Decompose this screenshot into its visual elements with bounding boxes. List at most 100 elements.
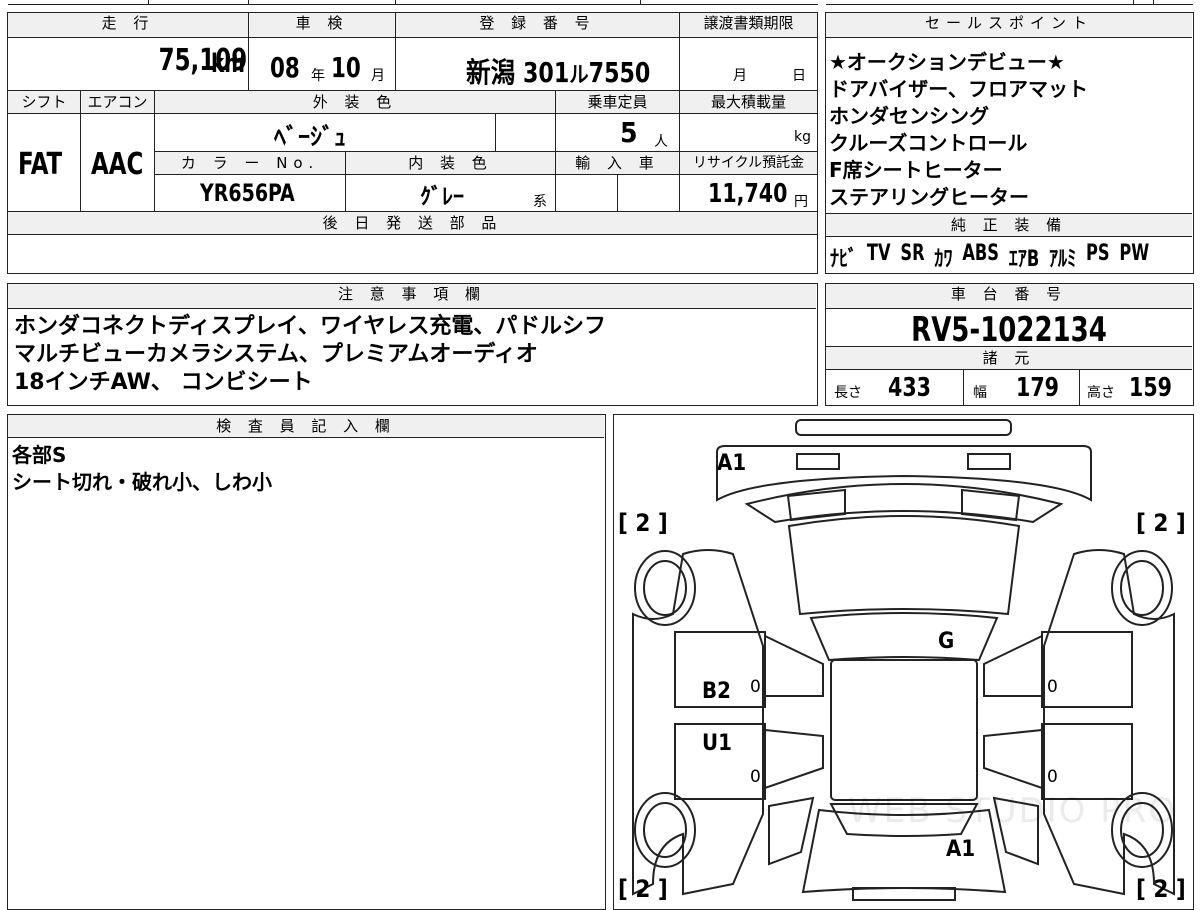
rear-bumper <box>852 887 956 901</box>
top-clipped-strip <box>0 0 1200 6</box>
mark-left-rear-door: U1 <box>702 731 732 756</box>
equipment-item: ｴｱB <box>1008 247 1040 272</box>
chassis-header: 車 台 番 号 <box>826 284 1192 308</box>
right-rear-door <box>1041 723 1133 800</box>
sales-point-line: ドアバイザー、フロアマット <box>829 77 1088 101</box>
equipment-item: TV <box>866 241 891 266</box>
tire-rear-left-inner <box>643 802 687 858</box>
width-value: 179 <box>1016 373 1059 403</box>
note-line: 18インチAW、 コンビシート <box>14 370 313 395</box>
inspection-month: 10 <box>331 51 361 84</box>
mark-rear: A1 <box>946 837 976 862</box>
equipment-item: ｶﾜ <box>934 247 953 272</box>
zero-left-front: 0 <box>750 677 761 697</box>
tire-label-front-left: [ 2 ] <box>618 509 668 537</box>
recycle-fee-value: 11,740 <box>708 179 788 209</box>
zero-left-rear: 0 <box>750 767 761 787</box>
recycle-header: リサイクル預託金 <box>680 152 817 174</box>
inspection-header: 車 検 <box>249 13 395 37</box>
capacity-value: 5 <box>620 116 638 149</box>
inspector-line: 各部S <box>12 443 67 467</box>
aircon-value: AAC <box>91 147 144 182</box>
equipment-item: ABS <box>962 241 999 266</box>
max-load-unit: kg <box>794 129 811 145</box>
mark-front-bumper: A1 <box>717 451 747 476</box>
transfer-deadline-header: 譲渡書類期限 <box>680 13 817 37</box>
tire-label-rear-left: [ 2 ] <box>618 875 668 903</box>
interior-color-header: 内 装 色 <box>346 152 555 174</box>
width-label: 幅 <box>973 385 987 401</box>
roof <box>830 659 978 801</box>
body-outline-right <box>1043 549 1175 896</box>
equipment-list: ﾅﾋﾞ TV SR ｶﾜ ABS ｴｱB ｱﾙﾐ PS PW <box>830 241 1149 273</box>
car-diagram-box: WEB STUDIO PRO [ 2 ] [ 2 ] [ 2 ] [ 2 ] A… <box>613 414 1194 910</box>
note-line: マルチビューカメラシステム、プレミアムオーディオ <box>14 342 538 367</box>
chassis-number: RV5-1022134 <box>911 310 1107 350</box>
mileage-unit: km <box>211 49 245 79</box>
exterior-color-header: 外 装 色 <box>155 91 555 113</box>
inspector-line: シート切れ・破れ小、しわ小 <box>12 470 272 494</box>
height-value: 159 <box>1129 373 1172 403</box>
registration-plate: 新潟 301ル7550 <box>466 56 651 89</box>
capacity-header: 乗車定員 <box>556 91 679 113</box>
sales-point-line: ★オークションデビュー★ <box>829 50 1065 74</box>
vehicle-info-box: 走 行 車 検 登 録 番 号 譲渡書類期限 75,109 km 08 年 10… <box>7 12 818 274</box>
right-front-window <box>983 634 1043 697</box>
equipment-item: ｱﾙﾐ <box>1049 247 1077 272</box>
left-rear-window <box>764 728 824 790</box>
import-header: 輸 入 車 <box>556 152 679 174</box>
body-outline-left <box>632 549 764 896</box>
inspector-header: 検 査 員 記 入 欄 <box>8 415 604 437</box>
windshield-lower <box>809 612 999 662</box>
registration-header: 登 録 番 号 <box>396 13 679 37</box>
dimensions-header: 諸 元 <box>826 347 1192 369</box>
interior-color-value: ｸﾞﾚｰ <box>420 185 465 210</box>
inspection-month-unit: 月 <box>371 68 385 84</box>
right-headlight <box>967 453 1011 470</box>
exterior-color-value: ﾍﾞｰｼﾞｭ <box>274 123 346 151</box>
chassis-box: 車 台 番 号 RV5-1022134 諸 元 長さ 433 幅 179 高さ … <box>825 283 1194 406</box>
equipment-item: PW <box>1119 241 1150 266</box>
sales-point-line: ホンダセンシング <box>829 104 989 128</box>
windshield <box>787 515 1021 616</box>
later-parts-header: 後 日 発 送 部 品 <box>8 212 817 234</box>
note-line: ホンダコネクトディスプレイ、ワイヤレス充電、パドルシフ <box>14 314 607 339</box>
equipment-item: PS <box>1085 241 1110 266</box>
mark-left-door: B2 <box>702 679 731 704</box>
color-no-value: YR656PA <box>200 179 295 207</box>
sales-point-line: F席シートヒーター <box>829 158 1003 182</box>
color-no-header: カ ラ ー No. <box>155 152 345 174</box>
sales-points-header: セールスポイント <box>826 13 1192 37</box>
zero-right-rear: 0 <box>1047 767 1058 787</box>
notes-box: 注 意 事 項 欄 ホンダコネクトディスプレイ、ワイヤレス充電、パドルシフ マル… <box>7 283 818 406</box>
car-diagram <box>632 419 1175 901</box>
sales-points-box: セールスポイント ★オークションデビュー★ ドアバイザー、フロアマット ホンダセ… <box>825 12 1194 274</box>
front-marker <box>795 419 1012 436</box>
length-label: 長さ <box>834 385 862 401</box>
tire-label-front-right: [ 2 ] <box>1136 509 1186 537</box>
left-front-window <box>764 634 824 697</box>
front-bumper <box>716 445 1092 502</box>
height-label: 高さ <box>1087 385 1115 401</box>
right-rear-window <box>983 728 1043 790</box>
sales-point-line: ステアリングヒーター <box>829 185 1029 209</box>
recycle-unit: 円 <box>794 194 808 210</box>
inspection-year: 08 <box>270 51 300 84</box>
equipment-item: ﾅﾋﾞ <box>830 247 858 272</box>
max-load-header: 最大積載量 <box>680 91 817 113</box>
transfer-month-unit: 月 <box>733 68 747 84</box>
transfer-day-unit: 日 <box>792 68 806 84</box>
shift-value: FAT <box>18 147 63 182</box>
length-value: 433 <box>888 373 931 403</box>
capacity-unit: 人 <box>654 134 668 150</box>
notes-list: ホンダコネクトディスプレイ、ワイヤレス充電、パドルシフ マルチビューカメラシステ… <box>14 313 606 397</box>
inspector-box: 検 査 員 記 入 欄 各部S シート切れ・破れ小、しわ小 <box>7 414 606 910</box>
notes-header: 注 意 事 項 欄 <box>8 284 816 308</box>
tire-label-rear-right: [ 2 ] <box>1136 875 1186 903</box>
mark-windshield: G <box>938 629 955 654</box>
left-headlight <box>796 453 840 470</box>
mileage-header: 走 行 <box>8 13 248 37</box>
equipment-item: SR <box>900 241 925 266</box>
watermark: WEB STUDIO PRO <box>848 791 1178 831</box>
rear-side-left <box>768 796 815 866</box>
